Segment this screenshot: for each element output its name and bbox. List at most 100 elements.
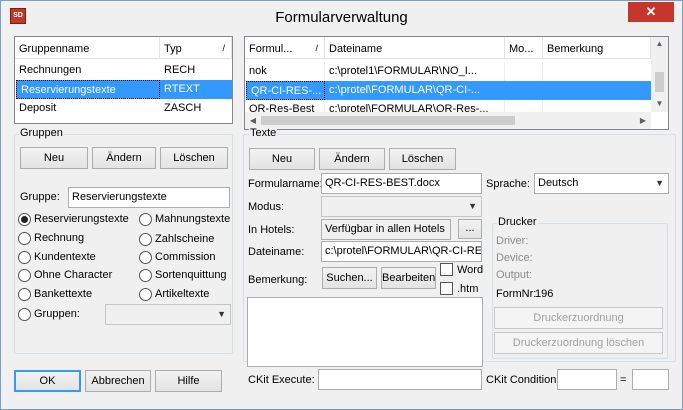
sprache-select[interactable]: Deutsch ▼ bbox=[534, 173, 669, 194]
radio-kundentexte[interactable] bbox=[18, 251, 31, 264]
htm-label: .htm bbox=[457, 283, 479, 295]
horizontal-scrollbar[interactable]: ◀ ▶ bbox=[245, 112, 651, 129]
ok-button[interactable]: OK bbox=[14, 370, 81, 392]
chevron-down-icon: ▼ bbox=[468, 201, 477, 211]
gruppe-input[interactable]: Reservierungstexte bbox=[68, 187, 230, 208]
radio-zahlscheine[interactable] bbox=[139, 233, 152, 246]
radio-rechnung[interactable] bbox=[18, 232, 31, 245]
scroll-up-icon[interactable]: ▲ bbox=[651, 39, 668, 48]
edit-button[interactable]: Bearbeiten bbox=[381, 267, 436, 289]
chevron-down-icon: ▼ bbox=[217, 309, 226, 319]
radio-label: Artikeltexte bbox=[155, 288, 210, 300]
texte-change-button[interactable]: Ändern bbox=[319, 148, 385, 170]
scroll-right-icon[interactable]: ▶ bbox=[637, 116, 649, 125]
gruppe-label: Gruppe: bbox=[20, 191, 60, 203]
texts-list[interactable]: Formul... / Dateiname Mo... Bemerkung nok… bbox=[244, 36, 669, 130]
dateiname-input[interactable]: c:\protel\FORMULAR\QR-CI-RE bbox=[321, 241, 482, 262]
radio-label: Rechnung bbox=[34, 232, 85, 244]
texte-delete-button[interactable]: Löschen bbox=[389, 148, 456, 170]
cell-typ: ZASCH bbox=[164, 102, 202, 114]
close-button[interactable]: ✕ bbox=[628, 2, 674, 22]
column-header-typ[interactable]: Typ / bbox=[160, 37, 232, 59]
cell-gruppenname: Reservierungstexte bbox=[16, 80, 160, 99]
column-header-gruppenname[interactable]: Gruppenname bbox=[15, 37, 160, 59]
radio-ohne-character[interactable] bbox=[18, 269, 31, 282]
cell-typ: RTEXT bbox=[160, 80, 232, 99]
column-header-bemerkung[interactable]: Bemerkung bbox=[543, 37, 651, 59]
cell-dateiname: c:\protel1\FORMULAR\NO_I... bbox=[325, 62, 505, 81]
vertical-scrollbar[interactable]: ▲ ▼ bbox=[651, 37, 668, 112]
ckit-execute-label: CKit Execute: bbox=[248, 374, 315, 386]
radio-mahnungstexte[interactable] bbox=[139, 213, 152, 226]
htm-checkbox[interactable] bbox=[440, 282, 453, 295]
cell-formular: nok bbox=[245, 62, 325, 81]
ckit-condition-label: CKit Condition: bbox=[486, 374, 560, 386]
radio-label: Reservierungstexte bbox=[34, 213, 129, 225]
drucker-assign-button[interactable]: Druckerzuordnung bbox=[494, 307, 663, 329]
scroll-thumb[interactable] bbox=[261, 116, 515, 125]
output-label: Output: bbox=[496, 269, 533, 281]
hotels-label: In Hotels: bbox=[248, 224, 295, 236]
scroll-down-icon[interactable]: ▼ bbox=[651, 99, 668, 108]
texte-legend: Texte bbox=[249, 127, 278, 139]
modus-label: Modus: bbox=[248, 201, 285, 213]
scroll-thumb[interactable] bbox=[655, 72, 664, 92]
formularname-label: Formularname: bbox=[248, 178, 323, 190]
gruppen-new-button[interactable]: Neu bbox=[20, 147, 88, 169]
modus-select[interactable]: ▼ bbox=[321, 196, 482, 217]
radio-label: Sortenquittung bbox=[155, 269, 227, 281]
sprache-label: Sprache: bbox=[486, 178, 531, 190]
dateiname-label: Dateiname: bbox=[248, 246, 305, 258]
radio-label: Ohne Character bbox=[34, 269, 113, 281]
cell-typ: RECH bbox=[164, 64, 196, 76]
gruppen-delete-button[interactable]: Löschen bbox=[160, 147, 228, 169]
groups-list[interactable]: Gruppenname Typ / Rechnungen RECH Reservi… bbox=[14, 36, 233, 124]
word-checkbox[interactable] bbox=[440, 263, 453, 276]
radio-sortenquittung[interactable] bbox=[139, 269, 152, 282]
word-label: Word bbox=[457, 264, 484, 276]
bemerkung-label: Bemerkung: bbox=[248, 274, 308, 286]
radio-label: Bankettexte bbox=[34, 288, 93, 300]
equals-label: = bbox=[620, 374, 627, 386]
cell-bemerkung bbox=[543, 62, 651, 81]
ckit-execute-input[interactable] bbox=[318, 369, 482, 390]
column-header-dateiname[interactable]: Dateiname bbox=[325, 37, 505, 59]
cell-formular: QR-CI-RES-... bbox=[246, 81, 325, 100]
formnr-label: FormNr: bbox=[496, 288, 537, 300]
help-button[interactable]: Hilfe bbox=[155, 370, 222, 392]
scroll-left-icon[interactable]: ◀ bbox=[247, 116, 259, 125]
drucker-delete-assign-button[interactable]: Druckerzuordnung löschen bbox=[494, 332, 663, 354]
texte-new-button[interactable]: Neu bbox=[249, 148, 315, 170]
gruppen-combo[interactable]: ▼ bbox=[105, 304, 231, 325]
search-button[interactable]: Suchen... bbox=[322, 267, 377, 289]
radio-label: Zahlscheine bbox=[155, 233, 215, 245]
cell-modus bbox=[505, 81, 543, 100]
radio-commission[interactable] bbox=[139, 251, 152, 264]
cancel-button[interactable]: Abbrechen bbox=[85, 370, 151, 392]
column-header-modus[interactable]: Mo... bbox=[505, 37, 543, 59]
bemerkung-memo[interactable] bbox=[247, 297, 483, 367]
radio-gruppen[interactable] bbox=[18, 308, 31, 321]
column-header-label: Mo... bbox=[509, 43, 534, 55]
hotels-browse-button[interactable]: ... bbox=[458, 219, 482, 239]
hotels-field: Verfügbar in allen Hotels bbox=[321, 219, 451, 240]
chevron-down-icon: ▼ bbox=[655, 178, 664, 188]
radio-label: Kundentexte bbox=[34, 251, 96, 263]
ckit-condition-value-input[interactable] bbox=[632, 369, 669, 390]
drucker-legend: Drucker bbox=[497, 216, 538, 228]
formularname-input[interactable]: QR-CI-RES-BEST.docx bbox=[321, 173, 482, 194]
radio-reservierungstexte[interactable] bbox=[18, 213, 31, 226]
ckit-condition-input[interactable] bbox=[557, 369, 617, 390]
radio-artikeltexte[interactable] bbox=[139, 288, 152, 301]
radio-label: Mahnungstexte bbox=[155, 213, 231, 225]
column-header-formular[interactable]: Formul... / bbox=[245, 37, 325, 59]
driver-label: Driver: bbox=[496, 235, 529, 247]
close-icon: ✕ bbox=[645, 4, 657, 19]
device-label: Device: bbox=[496, 252, 533, 264]
column-header-label: Formul... bbox=[249, 43, 293, 55]
sort-icon: / bbox=[315, 43, 318, 53]
radio-bankettexte[interactable] bbox=[18, 288, 31, 301]
column-header-label: Typ bbox=[164, 43, 182, 55]
gruppen-change-button[interactable]: Ändern bbox=[92, 147, 156, 169]
cell-gruppenname: Rechnungen bbox=[19, 64, 82, 76]
